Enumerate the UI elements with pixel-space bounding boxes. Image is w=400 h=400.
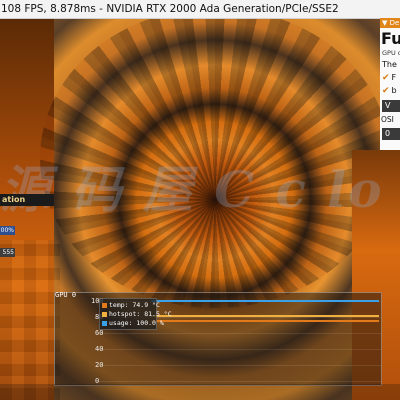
series-line-1 [151,314,379,317]
option-checkbox-1[interactable]: ✔ F [382,73,396,83]
chart-title: GPU 0 [55,291,77,299]
option-label-2: b [391,86,397,95]
gpu-monitor-chart: GPU 0 100806040200 temp: 74.9 °C hotspot… [54,291,382,386]
legend-swatch-hotspot [102,311,107,317]
series-line-0 [151,320,379,323]
checkmark-icon: ✔ [382,86,390,96]
legend-swatch-usage [102,320,107,326]
osi-label: OSI [381,115,394,124]
grid-line [97,381,381,382]
panel-collapse-header[interactable]: ▼ De [380,18,400,28]
legend-label-hotspot: hotspot: 81.5 °C [109,310,172,318]
legend-entry-usage: usage: 100.0 % [102,319,164,327]
option-label-1: F [391,73,397,82]
fur-sphere-render [40,8,390,308]
panel-description: The [382,60,397,69]
settings-side-panel: ▼ De Fu GPU o The ✔ F ✔ b V OSI 0 [380,18,400,150]
legend-label-usage: usage: 100.0 % [109,319,164,327]
left-value-badge-1: 00% [0,226,15,235]
left-list-item[interactable]: ation [0,194,54,206]
legend-swatch-temp [102,302,107,308]
panel-button[interactable]: V [382,100,400,112]
window-title: 108 FPS, 8.878ms - NVIDIA RTX 2000 Ada G… [1,3,339,15]
panel-gpu-text: GPU o [382,49,400,57]
grid-line [97,333,381,334]
legend-entry-temp: temp: 74.9 °C [102,301,160,309]
left-value-badge-2: 555 [0,248,15,257]
panel-title: Fu [381,29,400,48]
grid-line [97,365,381,366]
window-titlebar[interactable]: 108 FPS, 8.878ms - NVIDIA RTX 2000 Ada G… [0,0,400,19]
checkmark-icon: ✔ [382,73,390,83]
bottom-strip [0,384,400,400]
option-checkbox-2[interactable]: ✔ b [382,86,397,96]
chart-legend: temp: 74.9 °C hotspot: 81.5 °C usage: 10… [99,298,172,330]
series-line-2 [151,300,379,302]
legend-entry-hotspot: hotspot: 81.5 °C [102,310,172,318]
legend-label-temp: temp: 74.9 °C [109,301,160,309]
osi-value-field[interactable]: 0 [382,128,400,140]
checker-pattern [0,240,60,400]
grid-line [97,349,381,350]
